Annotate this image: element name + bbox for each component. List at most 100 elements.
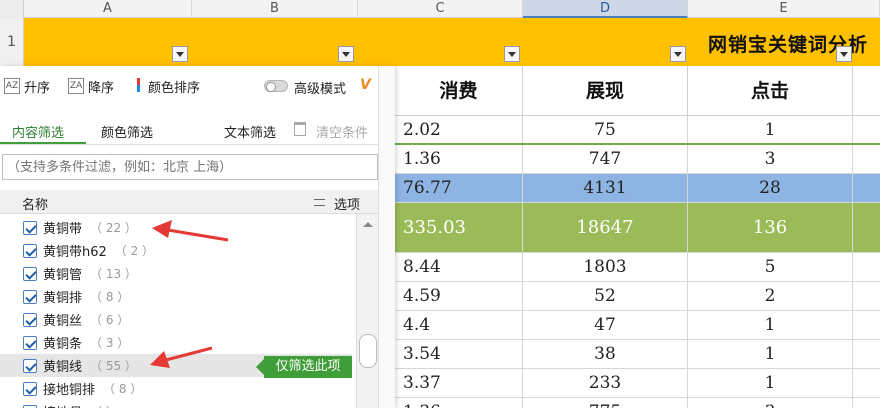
cell-impressions[interactable]: 52 xyxy=(523,282,688,310)
cell-clicks[interactable]: 1 xyxy=(688,369,853,397)
filter-dropdown-a[interactable] xyxy=(172,46,188,62)
cell-clicks[interactable]: 136 xyxy=(688,203,853,252)
cell-impressions[interactable]: 75 xyxy=(523,116,688,143)
item-count: （ 13 ） xyxy=(90,267,137,281)
item-label: 黄铜排 xyxy=(43,291,83,306)
cell-cost[interactable]: 76.77 xyxy=(395,174,523,202)
trash-icon xyxy=(294,122,306,136)
clear-conditions-button[interactable]: 清空条件 xyxy=(316,122,368,141)
item-count: （ 55 ） xyxy=(90,359,137,373)
cell-cost[interactable]: 4.59 xyxy=(395,282,523,310)
cell-cost[interactable]: 2.02 xyxy=(395,116,523,143)
filter-dropdown-e[interactable] xyxy=(836,46,852,62)
checkbox[interactable] xyxy=(23,243,37,258)
item-count: （ 3 ） xyxy=(90,336,130,350)
filter-dropdown-d[interactable] xyxy=(670,46,686,62)
item-count: （ 6 ） xyxy=(90,313,130,327)
cell-clicks[interactable]: 3 xyxy=(688,398,853,408)
cell-impressions[interactable]: 233 xyxy=(523,369,688,397)
title-row: 网销宝关键词分析 xyxy=(24,18,880,66)
filter-only-this-button[interactable]: 仅筛选此项 xyxy=(256,356,352,378)
checkbox[interactable] xyxy=(23,266,37,281)
sort-asc-button[interactable]: AZ 升序 xyxy=(4,76,50,96)
color-sort-button[interactable]: 颜色排序 xyxy=(134,76,200,96)
column-header-a[interactable]: A xyxy=(24,0,192,18)
advanced-mode-toggle[interactable] xyxy=(264,80,288,92)
cell-cost[interactable]: 8.44 xyxy=(395,253,523,281)
filter-panel: AZ 升序 ZA 降序 颜色排序 高级模式 V 内容筛选 颜色筛选 文本筛选 清… xyxy=(0,66,395,408)
cell-impressions[interactable]: 747 xyxy=(523,145,688,173)
filter-list-item[interactable]: 黄铜排 （ 8 ） xyxy=(0,285,352,308)
cell-clicks[interactable]: 1 xyxy=(688,311,853,339)
checkbox[interactable] xyxy=(23,381,37,396)
checkbox[interactable] xyxy=(23,404,37,408)
color-sort-label: 颜色排序 xyxy=(148,80,201,96)
cell-clicks[interactable]: 2 xyxy=(688,282,853,310)
tab-text-filter[interactable]: 文本筛选 xyxy=(224,122,276,141)
cell-clicks[interactable]: 3 xyxy=(688,145,853,173)
options-button[interactable]: 选项 xyxy=(334,194,360,213)
panel-edge xyxy=(378,66,395,408)
header-cost[interactable]: 消费 xyxy=(395,66,523,116)
item-label: 黄铜丝 xyxy=(43,314,83,329)
cell-cost[interactable]: 4.4 xyxy=(395,311,523,339)
cell-cost[interactable]: 3.54 xyxy=(395,340,523,368)
table-row: 76.77 4131 28 xyxy=(395,174,880,203)
checkbox[interactable] xyxy=(23,358,37,373)
checkbox[interactable] xyxy=(23,335,37,350)
select-all-corner[interactable] xyxy=(0,0,24,18)
filter-list-item[interactable]: 接地母 （ ） xyxy=(0,400,352,408)
filter-list-item[interactable]: 黄铜带h62 （ 2 ） xyxy=(0,239,352,262)
header-clicks[interactable]: 点击 xyxy=(688,66,853,116)
cell-impressions[interactable]: 47 xyxy=(523,311,688,339)
checkbox[interactable] xyxy=(23,220,37,235)
advanced-mode-label: 高级模式 xyxy=(294,82,347,97)
cell-cost[interactable]: 1.36 xyxy=(395,398,523,408)
filter-search-input[interactable] xyxy=(2,154,378,180)
filter-list-item[interactable]: 接地铜排 （ 8 ） xyxy=(0,377,352,400)
filter-dropdown-c[interactable] xyxy=(504,46,520,62)
table-row: 2.02 75 1 xyxy=(395,116,880,145)
filter-list-item[interactable]: 黄铜带 （ 22 ） xyxy=(0,216,352,239)
item-count: （ ） xyxy=(90,403,118,408)
color-sort-icon xyxy=(134,78,144,94)
checkbox[interactable] xyxy=(23,289,37,304)
column-header-b[interactable]: B xyxy=(192,0,358,18)
cell-impressions[interactable]: 775 xyxy=(523,398,688,408)
options-icon xyxy=(314,199,325,206)
cell-impressions[interactable]: 4131 xyxy=(523,174,688,202)
filter-list-item[interactable]: 黄铜条 （ 3 ） xyxy=(0,331,352,354)
list-scrollbar[interactable] xyxy=(356,214,378,408)
cell-impressions[interactable]: 38 xyxy=(523,340,688,368)
tab-content-filter[interactable]: 内容筛选 xyxy=(12,122,64,141)
scroll-thumb[interactable] xyxy=(359,334,377,368)
filter-list-item[interactable]: 黄铜丝 （ 6 ） xyxy=(0,308,352,331)
list-header: 名称 选项 xyxy=(0,190,378,214)
scroll-up-icon[interactable] xyxy=(363,222,373,227)
cell-cost[interactable]: 3.37 xyxy=(395,369,523,397)
cell-cost[interactable]: 1.36 xyxy=(395,145,523,173)
filter-list-item[interactable]: 黄铜管 （ 13 ） xyxy=(0,262,352,285)
item-label: 接地铜排 xyxy=(43,383,96,398)
row-header-1[interactable]: 1 xyxy=(0,18,24,66)
header-impressions[interactable]: 展现 xyxy=(523,66,688,116)
filter-dropdown-b[interactable] xyxy=(338,46,354,62)
item-label: 黄铜条 xyxy=(43,337,83,352)
cell-impressions[interactable]: 1803 xyxy=(523,253,688,281)
table-row: 4.4 47 1 xyxy=(395,311,880,340)
cell-impressions[interactable]: 18647 xyxy=(523,203,688,252)
checkbox[interactable] xyxy=(23,312,37,327)
tab-color-filter[interactable]: 颜色筛选 xyxy=(101,122,153,141)
cell-clicks[interactable]: 28 xyxy=(688,174,853,202)
column-header-c[interactable]: C xyxy=(358,0,523,18)
cell-cost[interactable]: 335.03 xyxy=(395,203,523,252)
column-header-d[interactable]: D xyxy=(523,0,688,18)
cell-clicks[interactable]: 1 xyxy=(688,116,853,143)
column-header-e[interactable]: E xyxy=(688,0,880,18)
column-header-bar: A B C D E xyxy=(0,0,880,18)
sort-asc-icon: AZ xyxy=(4,78,20,94)
cell-clicks[interactable]: 1 xyxy=(688,340,853,368)
sort-desc-button[interactable]: ZA 降序 xyxy=(68,76,114,96)
table-row: 3.54 38 1 xyxy=(395,340,880,369)
cell-clicks[interactable]: 5 xyxy=(688,253,853,281)
